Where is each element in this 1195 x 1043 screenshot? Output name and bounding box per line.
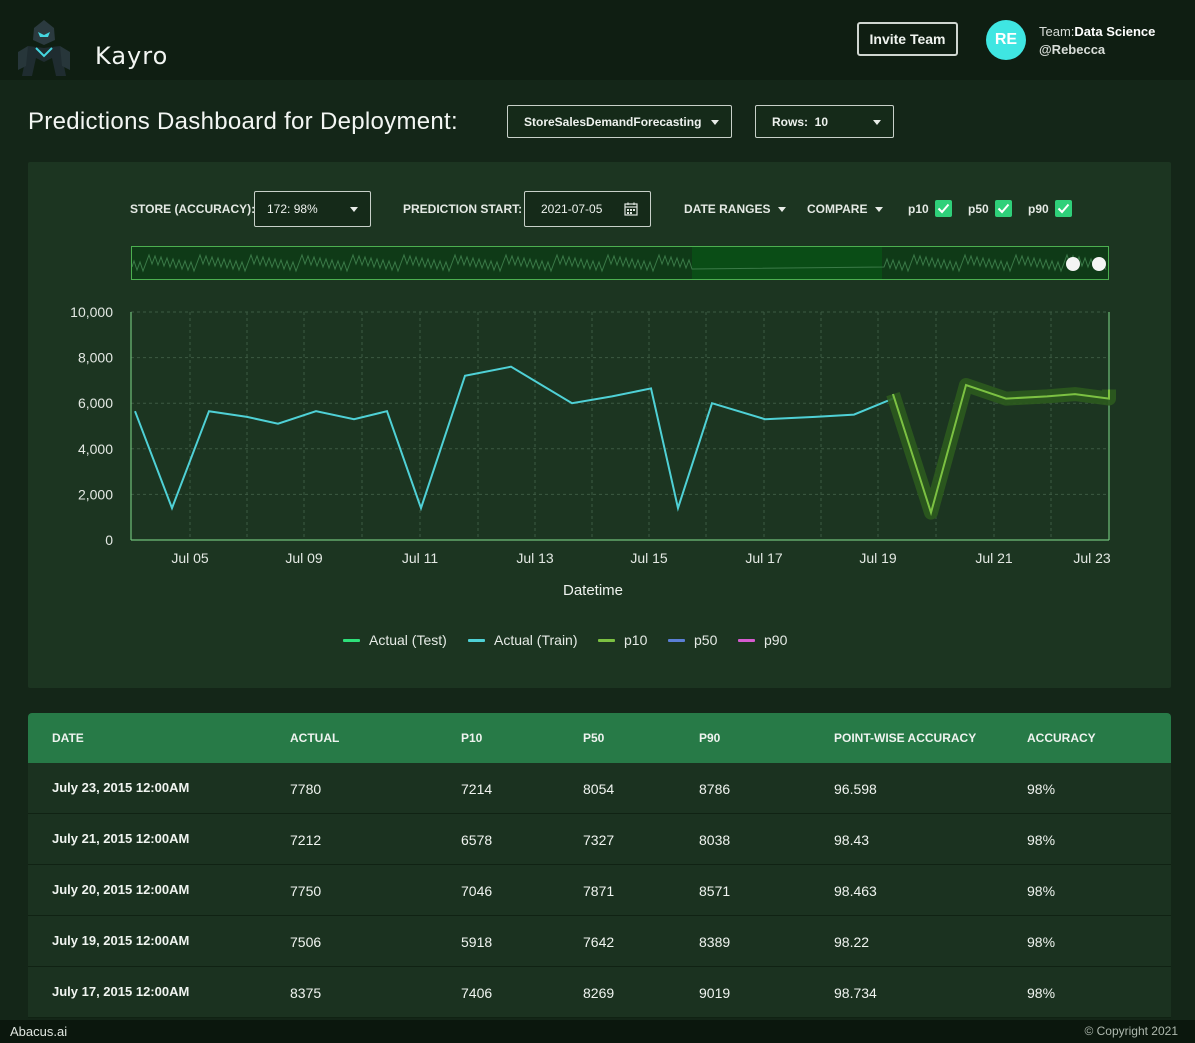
- table-row[interactable]: July 20, 2015 12:00AM 7750 7046 7871 8571 98.…: [28, 865, 1171, 916]
- table-cell: 7750: [290, 883, 322, 899]
- table-header: DATE ACTUAL P10 P50 P90 POINT-WISE ACCURACY AC…: [28, 713, 1171, 763]
- x-tick-label: Jul 15: [630, 550, 668, 566]
- table-cell: July 19, 2015 12:00AM: [52, 933, 190, 948]
- y-tick-label: 2,000: [78, 486, 113, 502]
- legend-label: p50: [694, 632, 718, 648]
- column-header[interactable]: P90: [699, 731, 720, 745]
- predictions-table: DATE ACTUAL P10 P50 P90 POINT-WISE ACCURACY AC…: [28, 713, 1171, 1018]
- table-cell: 7327: [583, 832, 615, 848]
- series-line-actual-train: [134, 365, 894, 512]
- y-tick-label: 10,000: [70, 304, 113, 320]
- footer-brand: Abacus.ai: [10, 1024, 68, 1039]
- column-header[interactable]: P10: [461, 731, 482, 745]
- column-header[interactable]: ACTUAL: [290, 731, 339, 745]
- legend-item-p50[interactable]: p50: [668, 632, 717, 648]
- legend-item-actual-train[interactable]: Actual (Train): [468, 632, 578, 648]
- column-header[interactable]: ACCURACY: [1027, 731, 1096, 745]
- legend-item-p10[interactable]: p10: [598, 632, 647, 648]
- table-cell: 7214: [461, 781, 493, 797]
- table-cell: July 17, 2015 12:00AM: [52, 984, 190, 999]
- x-tick-label: Jul 17: [745, 550, 783, 566]
- x-tick-label: Jul 13: [516, 550, 554, 566]
- table-cell: 8375: [290, 985, 322, 1001]
- legend-label: Actual (Train): [494, 632, 578, 648]
- table-cell: 9019: [699, 985, 731, 1001]
- table-cell: 8269: [583, 985, 615, 1001]
- table-cell: 7642: [583, 934, 615, 950]
- table-row[interactable]: July 19, 2015 12:00AM 7506 5918 7642 8389 98.…: [28, 916, 1171, 967]
- y-tick-label: 6,000: [78, 395, 113, 411]
- legend-label: p90: [764, 632, 788, 648]
- legend-label: p10: [624, 632, 648, 648]
- table-cell: 8038: [699, 832, 731, 848]
- legend-item-actual-test[interactable]: Actual (Test): [343, 632, 447, 648]
- table-body: July 23, 2015 12:00AM 7780 7214 8054 8786 96.…: [28, 763, 1171, 1018]
- x-tick-label: Jul 09: [285, 550, 323, 566]
- table-cell: 7046: [461, 883, 493, 899]
- table-cell: 98%: [1027, 832, 1056, 848]
- table-cell: 98.734: [834, 985, 877, 1001]
- table-cell: July 21, 2015 12:00AM: [52, 831, 190, 846]
- table-row[interactable]: July 17, 2015 12:00AM 8375 7406 8269 9019 98.…: [28, 967, 1171, 1018]
- table-cell: 98%: [1027, 883, 1056, 899]
- table-cell: 98.43: [834, 832, 870, 848]
- table-cell: 8786: [699, 781, 731, 797]
- table-cell: 7406: [461, 985, 493, 1001]
- x-tick-label: Jul 19: [859, 550, 897, 566]
- table-cell: 96.598: [834, 781, 877, 797]
- table-cell: 7871: [583, 883, 615, 899]
- legend-swatch: [738, 638, 755, 642]
- legend-swatch: [343, 638, 360, 642]
- column-header[interactable]: POINT-WISE ACCURACY: [834, 731, 976, 745]
- table-cell: 98.463: [834, 883, 877, 899]
- table-cell: 5918: [461, 934, 493, 950]
- legend-swatch: [668, 638, 685, 642]
- x-tick-label: Jul 11: [402, 550, 439, 566]
- x-axis-title: Datetime: [563, 582, 624, 599]
- table-cell: 8054: [583, 781, 615, 797]
- table-cell: 7780: [290, 781, 322, 797]
- table-cell: 7212: [290, 832, 322, 848]
- table-cell: July 23, 2015 12:00AM: [52, 780, 190, 795]
- y-tick-label: 0: [105, 532, 113, 548]
- y-tick-label: 4,000: [78, 441, 113, 457]
- legend-label: Actual (Test): [369, 632, 447, 648]
- table-cell: 8389: [699, 934, 731, 950]
- y-tick-label: 8,000: [78, 350, 113, 366]
- column-header[interactable]: DATE: [52, 731, 84, 745]
- table-cell: 98%: [1027, 985, 1056, 1001]
- x-tick-label: Jul 21: [975, 550, 1013, 566]
- table-cell: 98.22: [834, 934, 870, 950]
- legend-item-p90[interactable]: p90: [738, 632, 787, 648]
- column-header[interactable]: P50: [583, 731, 604, 745]
- line-chart: 10,000 8,000 6,000 4,000 2,000 0 Jul 05 Jul 09 J…: [70, 304, 1116, 566]
- table-row[interactable]: July 23, 2015 12:00AM 7780 7214 8054 8786 96.…: [28, 763, 1171, 814]
- legend-swatch: [598, 638, 615, 642]
- x-tick-label: Jul 23: [1073, 550, 1111, 566]
- table-cell: 98%: [1027, 934, 1056, 950]
- table-cell: 7506: [290, 934, 322, 950]
- x-tick-label: Jul 05: [171, 550, 209, 566]
- table-cell: July 20, 2015 12:00AM: [52, 882, 190, 897]
- legend-swatch: [468, 638, 485, 642]
- table-cell: 6578: [461, 832, 493, 848]
- table-cell: 8571: [699, 883, 731, 899]
- table-cell: 98%: [1027, 781, 1056, 797]
- copyright: © Copyright 2021: [1084, 1024, 1178, 1038]
- footer: Abacus.ai © Copyright 2021: [0, 1020, 1195, 1043]
- table-row[interactable]: July 21, 2015 12:00AM 7212 6578 7327 8038 98.…: [28, 814, 1171, 865]
